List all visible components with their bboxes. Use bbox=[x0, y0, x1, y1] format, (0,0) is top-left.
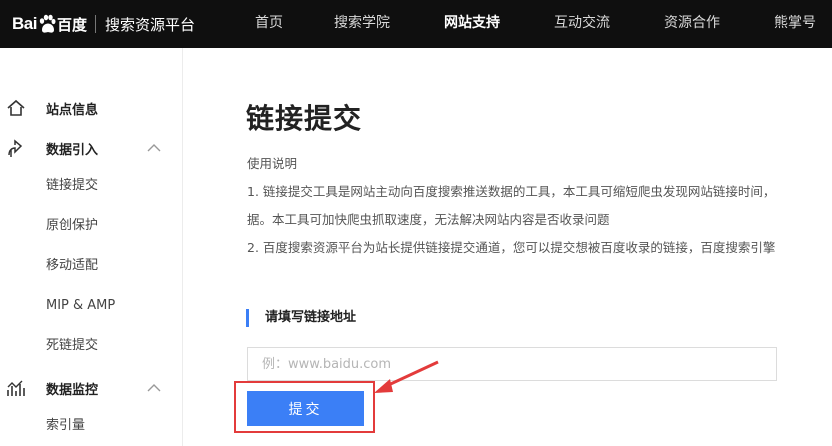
nav-resource-coop[interactable]: 资源合作 bbox=[664, 0, 720, 48]
home-icon bbox=[7, 99, 25, 116]
baidu-paw-icon bbox=[39, 14, 56, 33]
nav-search-academy[interactable]: 搜索学院 bbox=[334, 0, 390, 48]
usage-line-2: 据。本工具可加快爬虫抓取速度，无法解决网站内容是否收录问题 bbox=[247, 212, 610, 227]
nav-interaction[interactable]: 互动交流 bbox=[554, 0, 610, 48]
top-nav-bar: Bai 百度 搜索资源平台 首页 搜索学院 网站支持 互动交流 资源合作 熊掌号 bbox=[0, 0, 832, 48]
sidebar-item-index-volume[interactable]: 索引量 bbox=[46, 416, 85, 436]
logo-bai-text: Bai bbox=[12, 14, 37, 33]
chevron-up-icon[interactable] bbox=[146, 141, 162, 155]
submit-button[interactable]: 提交 bbox=[247, 391, 364, 426]
data-import-icon bbox=[8, 139, 23, 157]
sidebar-item-mip-amp[interactable]: MIP & AMP bbox=[46, 296, 115, 316]
usage-heading: 使用说明 bbox=[247, 156, 298, 171]
page-title: 链接提交 bbox=[246, 102, 363, 135]
sidebar-item-link-submit[interactable]: 链接提交 bbox=[46, 176, 98, 196]
annotation-arrow-icon bbox=[374, 360, 439, 393]
nav-xiongzhang[interactable]: 熊掌号 bbox=[774, 0, 816, 48]
url-input[interactable] bbox=[247, 347, 777, 381]
sidebar-group-data-monitor[interactable]: 数据监控 bbox=[0, 368, 182, 408]
sidebar-item-dead-link[interactable]: 死链提交 bbox=[46, 336, 98, 356]
logo-divider bbox=[94, 15, 96, 33]
baidu-logo[interactable]: Bai 百度 搜索资源平台 bbox=[12, 10, 195, 38]
sidebar-item-mobile-adaptation[interactable]: 移动适配 bbox=[46, 256, 98, 276]
sidebar-item-site-info[interactable]: 站点信息 bbox=[0, 88, 182, 128]
sidebar: 站点信息 数据引入 链接提交 原创保护 移动适配 MIP & AMP 死链提交 … bbox=[0, 48, 183, 446]
nav-home[interactable]: 首页 bbox=[255, 0, 283, 48]
platform-name: 搜索资源平台 bbox=[104, 15, 195, 34]
nav-site-support[interactable]: 网站支持 bbox=[444, 0, 500, 48]
logo-du-text: 百度 bbox=[56, 15, 87, 34]
usage-line-1: 1. 链接提交工具是网站主动向百度搜索推送数据的工具，本工具可缩短爬虫发现网站链… bbox=[247, 184, 776, 199]
section-title: 请填写链接地址 bbox=[246, 309, 356, 327]
sidebar-group-label: 数据监控 bbox=[46, 382, 99, 398]
chevron-up-icon[interactable] bbox=[146, 381, 162, 395]
data-monitor-icon bbox=[7, 380, 25, 396]
sidebar-item-original-protection[interactable]: 原创保护 bbox=[46, 216, 98, 236]
usage-line-3: 2. 百度搜索资源平台为站长提供链接提交通道，您可以提交想被百度收录的链接，百度… bbox=[247, 240, 776, 255]
sidebar-group-label: 数据引入 bbox=[46, 142, 99, 158]
sidebar-group-label: 站点信息 bbox=[46, 102, 99, 118]
sidebar-group-data-import[interactable]: 数据引入 bbox=[0, 128, 182, 168]
